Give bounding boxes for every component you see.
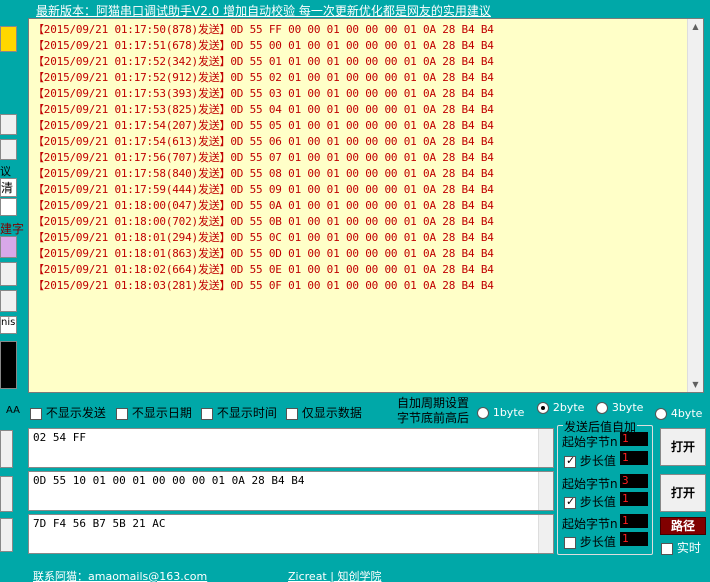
hide-send-option[interactable]: 不显示发送	[30, 404, 106, 421]
log-line: 【2015/09/21 01:18:01(863)发送】0D 55 0D 01 …	[33, 247, 494, 260]
log-line: 【2015/09/21 01:17:58(840)发送】0D 55 08 01 …	[33, 167, 494, 180]
scroll-down-icon[interactable]: ▼	[688, 377, 703, 392]
send-field-1-scrollbar[interactable]	[538, 429, 553, 467]
left-button-1[interactable]	[0, 114, 17, 135]
data-only-checkbox[interactable]	[286, 407, 298, 420]
left-white-field[interactable]	[0, 198, 17, 216]
start-byte-label-1: 起始字节n	[562, 435, 618, 449]
radio-1byte[interactable]	[477, 406, 489, 419]
step-input-1[interactable]: 1	[620, 451, 648, 465]
send-field-1-value: 02 54 FF	[33, 431, 86, 444]
hide-time-checkbox[interactable]	[201, 407, 213, 420]
scroll-up-icon[interactable]: ▲	[688, 19, 703, 34]
hide-date-checkbox[interactable]	[116, 407, 128, 420]
start-byte-input-1[interactable]: 1	[620, 432, 648, 446]
radio-4byte[interactable]	[655, 407, 667, 420]
contact-link[interactable]: 联系阿猫：amaomails@163.com	[33, 568, 207, 582]
yellow-color-button[interactable]	[0, 26, 17, 52]
left-button-5[interactable]	[0, 430, 13, 468]
radio-2byte-label: 2byte	[552, 401, 585, 414]
log-lines: 【2015/09/21 01:17:50(878)发送】0D 55 FF 00 …	[29, 19, 687, 392]
left-button-3[interactable]	[0, 262, 17, 286]
realtime-checkbox[interactable]	[661, 542, 673, 555]
log-line: 【2015/09/21 01:17:51(678)发送】0D 55 00 01 …	[33, 39, 494, 52]
left-button-7[interactable]	[0, 518, 13, 552]
left-label-fragment: 议	[0, 165, 11, 178]
log-line: 【2015/09/21 01:17:52(912)发送】0D 55 02 01 …	[33, 71, 494, 84]
periodic-setting-label: 自加周期设置 字节底前高后	[397, 396, 470, 425]
radio-1byte-label: 1byte	[492, 406, 525, 419]
byte-radio-4[interactable]: 4byte	[655, 406, 702, 420]
send-field-1[interactable]: 02 54 FF	[28, 428, 554, 468]
step-checkbox-2[interactable]	[564, 495, 576, 509]
byte-radio-3[interactable]: 3byte	[596, 400, 643, 414]
log-line: 【2015/09/21 01:17:53(825)发送】0D 55 04 01 …	[33, 103, 494, 116]
byte-radio-2[interactable]: 2byte	[537, 400, 584, 414]
send-field-2[interactable]: 0D 55 10 01 00 01 00 00 00 01 0A 28 B4 B…	[28, 471, 554, 511]
purple-color-button[interactable]	[0, 236, 17, 258]
version-notice-link[interactable]: 最新版本：阿猫串口调试助手V2.0 增加自动校验 每一次更新优化都是网友的实用建…	[36, 2, 491, 19]
left-black-panel	[0, 341, 17, 389]
step-row-3[interactable]: 步长值	[564, 533, 616, 550]
step-label-1: 步长值	[579, 454, 616, 468]
open-button-2[interactable]: 打开	[660, 474, 706, 512]
log-line: 【2015/09/21 01:18:03(281)发送】0D 55 0F 01 …	[33, 279, 494, 292]
receive-log[interactable]: 【2015/09/21 01:17:50(878)发送】0D 55 FF 00 …	[28, 18, 704, 393]
step-input-2[interactable]: 1	[620, 492, 648, 506]
step-input-3[interactable]: 1	[620, 532, 648, 546]
log-line: 【2015/09/21 01:17:54(207)发送】0D 55 05 01 …	[33, 119, 494, 132]
log-line: 【2015/09/21 01:17:53(393)发送】0D 55 03 01 …	[33, 87, 494, 100]
log-line: 【2015/09/21 01:18:02(664)发送】0D 55 0E 01 …	[33, 263, 494, 276]
log-line: 【2015/09/21 01:17:54(613)发送】0D 55 06 01 …	[33, 135, 494, 148]
site-link[interactable]: Zicreat | 知创学院	[288, 568, 381, 582]
start-byte-input-2[interactable]: 3	[620, 474, 648, 488]
log-line: 【2015/09/21 01:17:50(878)发送】0D 55 FF 00 …	[33, 23, 494, 36]
left-button-4[interactable]	[0, 290, 17, 312]
step-label-3: 步长值	[579, 535, 616, 549]
path-button[interactable]: 路径	[660, 517, 706, 535]
step-row-2[interactable]: 步长值	[564, 493, 616, 510]
radio-3byte[interactable]	[596, 401, 608, 414]
hide-date-option[interactable]: 不显示日期	[116, 404, 192, 421]
byte-radio-1[interactable]: 1byte	[477, 405, 524, 419]
left-label-aa: AA	[6, 405, 20, 416]
log-line: 【2015/09/21 01:17:59(444)发送】0D 55 09 01 …	[33, 183, 494, 196]
start-byte-label-2: 起始字节n	[562, 477, 618, 491]
left-text-fragment[interactable]: nis	[0, 316, 17, 334]
start-byte-input-3[interactable]: 1	[620, 514, 648, 528]
log-line: 【2015/09/21 01:18:00(702)发送】0D 55 0B 01 …	[33, 215, 494, 228]
step-label-2: 步长值	[579, 495, 616, 509]
log-scrollbar[interactable]: ▲ ▼	[687, 19, 703, 392]
send-field-3-scrollbar[interactable]	[538, 515, 553, 553]
log-line: 【2015/09/21 01:18:01(294)发送】0D 55 0C 01 …	[33, 231, 494, 244]
log-line: 【2015/09/21 01:18:00(047)发送】0D 55 0A 01 …	[33, 199, 494, 212]
radio-2byte[interactable]	[537, 401, 549, 414]
realtime-option[interactable]: 实时	[661, 539, 701, 556]
hide-send-checkbox[interactable]	[30, 407, 42, 420]
realtime-label: 实时	[676, 541, 701, 555]
step-checkbox-3[interactable]	[564, 536, 576, 549]
send-field-2-scrollbar[interactable]	[538, 472, 553, 510]
log-line: 【2015/09/21 01:17:56(707)发送】0D 55 07 01 …	[33, 151, 494, 164]
radio-4byte-label: 4byte	[670, 407, 703, 420]
step-checkbox-1[interactable]	[564, 454, 576, 468]
hide-date-label: 不显示日期	[131, 406, 192, 420]
log-line: 【2015/09/21 01:17:52(342)发送】0D 55 01 01 …	[33, 55, 494, 68]
open-button-1[interactable]: 打开	[660, 428, 706, 466]
hide-send-label: 不显示发送	[45, 406, 106, 420]
send-field-3-value: 7D F4 56 B7 5B 21 AC	[33, 517, 166, 530]
send-field-2-value: 0D 55 10 01 00 01 00 00 00 01 0A 28 B4 B…	[33, 474, 305, 487]
start-byte-label-3: 起始字节n	[562, 517, 618, 531]
step-row-1[interactable]: 步长值	[564, 452, 616, 469]
radio-3byte-label: 3byte	[611, 401, 644, 414]
left-label-fragment-2: 建字	[0, 222, 25, 236]
data-only-option[interactable]: 仅显示数据	[286, 404, 362, 421]
clear-button[interactable]: 清	[0, 178, 17, 197]
left-button-6[interactable]	[0, 476, 13, 512]
hide-time-label: 不显示时间	[216, 406, 277, 420]
data-only-label: 仅显示数据	[301, 406, 362, 420]
send-field-3[interactable]: 7D F4 56 B7 5B 21 AC	[28, 514, 554, 554]
left-button-2[interactable]	[0, 139, 17, 160]
hide-time-option[interactable]: 不显示时间	[201, 404, 277, 421]
